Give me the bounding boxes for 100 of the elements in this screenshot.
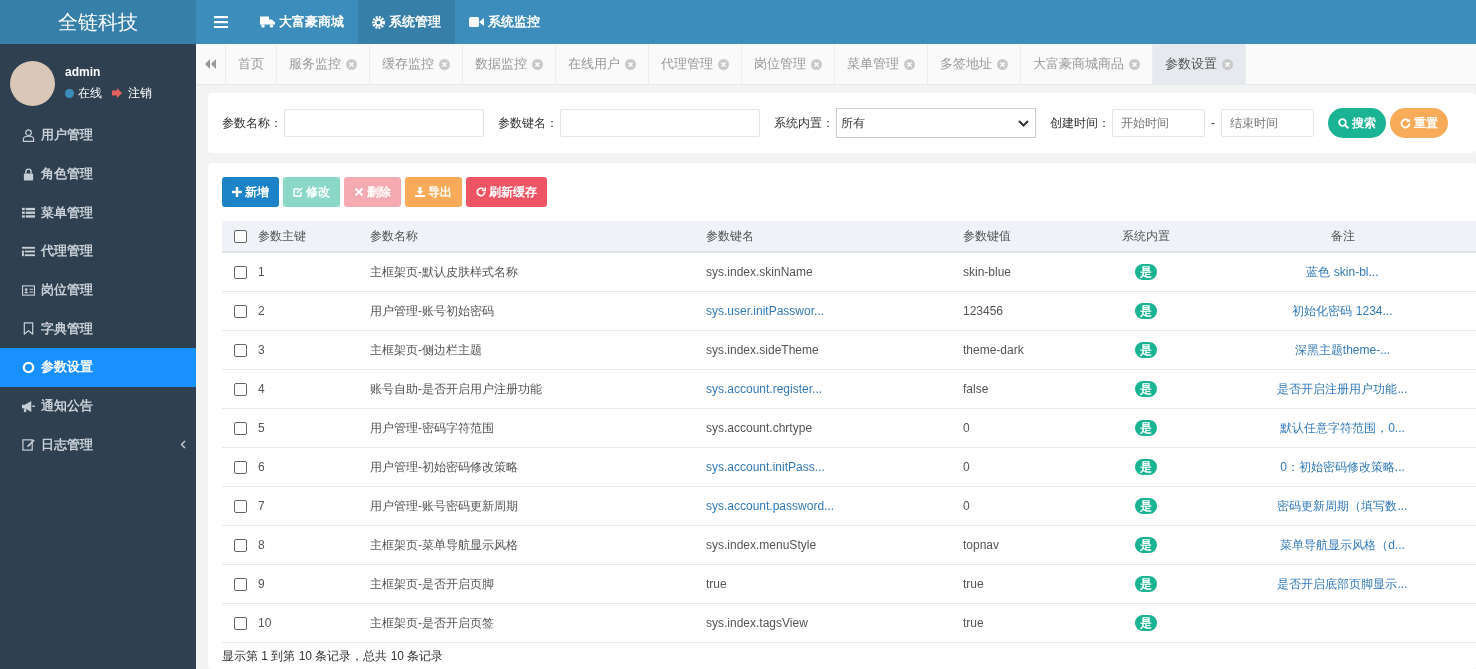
row-checkbox[interactable]	[233, 304, 247, 318]
row-checkbox[interactable]	[233, 382, 247, 396]
status-badge: 是	[1135, 381, 1157, 397]
user-icon	[22, 128, 35, 142]
table-cell-link[interactable]: 初始化密码 1234...	[1292, 304, 1393, 318]
table-cell: 2	[258, 304, 265, 318]
status-badge: 是	[1135, 342, 1157, 358]
row-checkbox[interactable]	[233, 265, 247, 279]
sidebar-item[interactable]: 角色管理	[0, 154, 196, 194]
top-nav-item[interactable]: 系统管理	[358, 0, 455, 44]
table-cell-link[interactable]: 密码更新周期（填写数...	[1277, 499, 1408, 513]
table-cell: 主框架页-侧边栏主题	[370, 343, 482, 357]
toolbar-button[interactable]: 刷新缓存	[466, 177, 547, 207]
table-cell: true	[963, 577, 984, 591]
row-checkbox[interactable]	[233, 499, 247, 513]
table-cell-link[interactable]: 0：初始密码修改策略...	[1280, 460, 1405, 474]
status-badge: 是	[1135, 576, 1157, 592]
table-cell-link[interactable]: 菜单导航显示风格（d...	[1280, 538, 1405, 552]
sidebar-item[interactable]: 参数设置	[0, 348, 196, 387]
video-camera-icon	[469, 17, 484, 27]
table-cell: true	[963, 616, 984, 630]
row-checkbox[interactable]	[233, 538, 247, 552]
page-tab[interactable]: 多签地址	[928, 44, 1021, 84]
row-checkbox[interactable]	[233, 421, 247, 435]
row-checkbox[interactable]	[233, 616, 247, 630]
status-badge: 是	[1135, 303, 1157, 319]
end-date-field[interactable]: 结束时间	[1221, 109, 1314, 137]
close-icon[interactable]	[811, 58, 822, 70]
toolbar-button[interactable]: 新增	[222, 177, 279, 207]
close-icon[interactable]	[904, 58, 915, 70]
table-cell: 6	[258, 460, 265, 474]
table-cell-link[interactable]: 深黑主题theme-...	[1294, 343, 1391, 357]
close-icon[interactable]	[532, 58, 543, 70]
edit-icon	[22, 438, 35, 452]
sidebar-item[interactable]: 岗位管理	[0, 270, 196, 310]
field-label: 参数键名：	[498, 114, 558, 132]
close-icon[interactable]	[1129, 58, 1140, 70]
table-cell: 3	[258, 343, 265, 357]
sidebar-item[interactable]: 菜单管理	[0, 193, 196, 233]
close-icon[interactable]	[997, 58, 1008, 70]
table-cell-link[interactable]: 是否开启底部页脚显示...	[1277, 577, 1408, 591]
table-cell: skin-blue	[963, 265, 1012, 279]
close-icon[interactable]	[625, 58, 636, 70]
app-logo-text: 全链科技	[0, 0, 196, 44]
refresh-icon	[476, 187, 486, 197]
sidebar-item[interactable]: 代理管理	[0, 232, 196, 271]
page-tab[interactable]: 在线用户	[556, 44, 649, 84]
table-cell: sys.index.menuStyle	[706, 538, 817, 552]
page-tab[interactable]: 菜单管理	[835, 44, 928, 84]
close-icon[interactable]	[346, 58, 357, 70]
table-cell: 0	[963, 421, 970, 435]
table-cell-link[interactable]: 默认任意字符范围，0...	[1280, 421, 1405, 435]
start-date-field[interactable]: 开始时间	[1112, 109, 1205, 137]
table-cell-link[interactable]: 蓝色 skin-bl...	[1306, 265, 1379, 279]
search-icon	[1338, 117, 1349, 129]
table-cell-link[interactable]: sys.account.initPass...	[706, 460, 825, 474]
row-checkbox[interactable]	[233, 460, 247, 474]
table-cell: 8	[258, 538, 265, 552]
top-nav-item[interactable]: 系统监控	[455, 0, 554, 44]
sidebar-item[interactable]: 用户管理	[0, 116, 196, 155]
sidebar-item[interactable]: 通知公告	[0, 386, 196, 426]
table-cell-link[interactable]: sys.account.password...	[706, 499, 835, 513]
page-tab[interactable]: 岗位管理	[742, 44, 835, 84]
close-icon	[354, 187, 364, 197]
sidebar-item[interactable]: 字典管理	[0, 309, 196, 349]
select-field[interactable]: 所有	[836, 108, 1036, 138]
row-checkbox[interactable]	[233, 343, 247, 357]
sidebar-item[interactable]: 日志管理	[0, 425, 196, 465]
row-checkbox[interactable]	[233, 577, 247, 591]
table-cell: 主框架页-是否开启页脚	[370, 577, 494, 591]
page-tab[interactable]: 数据监控	[463, 44, 556, 84]
table-cell: false	[963, 382, 989, 396]
close-icon[interactable]	[718, 58, 729, 70]
table-cell: 4	[258, 382, 265, 396]
table-cell: 9	[258, 577, 265, 591]
page-tab[interactable]: 参数设置	[1153, 44, 1246, 84]
search-button[interactable]: 搜索	[1328, 108, 1386, 138]
chevron-icon	[180, 440, 186, 450]
select-all-checkbox[interactable]	[233, 230, 247, 244]
text-input-field[interactable]	[284, 109, 484, 137]
table-cell-link[interactable]: sys.user.initPasswor...	[706, 304, 825, 318]
table-cell: 用户管理-密码字符范围	[370, 421, 494, 435]
top-nav-item[interactable]: 大富豪商城	[246, 0, 358, 44]
text-input-field[interactable]	[560, 109, 760, 137]
page-tab[interactable]: 服务监控	[277, 44, 370, 84]
column-header: 参数主键	[258, 228, 306, 243]
pagination-summary: 显示第 1 到第 10 条记录，总共 10 条记录	[222, 648, 445, 663]
status-badge: 是	[1135, 420, 1157, 436]
table-cell: topnav	[963, 538, 1000, 552]
table-icon	[22, 206, 35, 220]
menu-icon[interactable]	[214, 16, 228, 28]
table-cell-link[interactable]: 是否开启注册用户功能...	[1277, 382, 1408, 396]
page-tab[interactable]: 首页	[226, 44, 277, 84]
close-icon[interactable]	[439, 58, 450, 70]
table-cell-link[interactable]: sys.account.register...	[706, 382, 823, 396]
page-tab[interactable]: 代理管理	[649, 44, 742, 84]
page-tab[interactable]: 缓存监控	[370, 44, 463, 84]
close-icon[interactable]	[1222, 58, 1233, 70]
table-cell: sys.account.chrtype	[706, 421, 813, 435]
logout-link[interactable]: 注销	[128, 84, 152, 102]
